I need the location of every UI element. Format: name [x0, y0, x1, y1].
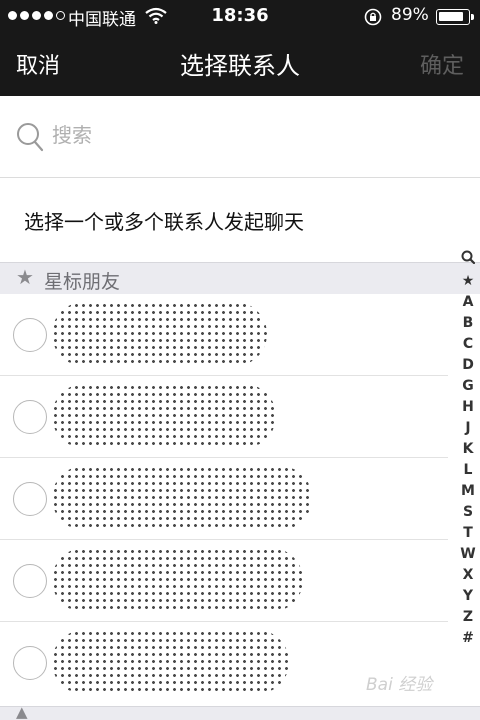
index-letter-a[interactable]: A [456, 292, 480, 313]
contact-row[interactable] [0, 540, 448, 622]
contact-row[interactable] [0, 294, 448, 376]
obscured-contact-name [52, 548, 303, 612]
confirm-button[interactable]: 确定 [420, 48, 464, 80]
next-section-icon: ▲ [16, 703, 28, 720]
index-letter-s[interactable]: S [456, 502, 480, 523]
search-input[interactable] [52, 120, 432, 150]
battery-fill [439, 12, 464, 21]
index-letter-hash[interactable]: # [456, 628, 480, 649]
index-star-icon[interactable]: ★ [456, 271, 480, 292]
star-icon: ★ [16, 265, 34, 289]
search-icon [16, 122, 44, 156]
index-letter-m[interactable]: M [456, 481, 480, 502]
obscured-contact-name [52, 384, 276, 448]
obscured-contact-name [52, 630, 289, 694]
index-letter-d[interactable]: D [456, 355, 480, 376]
index-letter-x[interactable]: X [456, 565, 480, 586]
index-letter-j[interactable]: J [456, 418, 480, 439]
select-radio-button[interactable] [13, 564, 47, 598]
select-radio-button[interactable] [13, 482, 47, 516]
index-letter-t[interactable]: T [456, 523, 480, 544]
battery-icon [436, 9, 474, 25]
contact-row[interactable] [0, 458, 448, 540]
alphabet-index[interactable]: ★ A B C D G H J K L M S T W X Y Z # [456, 250, 480, 649]
index-letter-g[interactable]: G [456, 376, 480, 397]
obscured-contact-name [52, 302, 267, 366]
section-label: 星标朋友 [44, 271, 121, 293]
index-search-icon[interactable] [456, 250, 480, 271]
index-letter-h[interactable]: H [456, 397, 480, 418]
page-title: 选择联系人 [180, 52, 300, 80]
next-section-header: ▲ [0, 703, 480, 720]
rotation-lock-icon [364, 8, 382, 30]
status-bar: 中国联通 18:36 89% [0, 0, 480, 32]
section-header-starred: ★ 星标朋友 [0, 262, 480, 294]
select-radio-button[interactable] [13, 400, 47, 434]
battery-percent: 89% [391, 5, 429, 25]
top-bar: 中国联通 18:36 89% 取消 选择联系人 确定 [0, 0, 480, 96]
index-letter-l[interactable]: L [456, 460, 480, 481]
watermark: Bai 经验 [366, 675, 433, 695]
index-letter-b[interactable]: B [456, 313, 480, 334]
select-radio-button[interactable] [13, 646, 47, 680]
index-letter-c[interactable]: C [456, 334, 480, 355]
obscured-contact-name [52, 466, 312, 530]
index-letter-w[interactable]: W [456, 544, 480, 565]
search-bar [0, 96, 480, 178]
index-letter-k[interactable]: K [456, 439, 480, 460]
contact-row[interactable] [0, 376, 448, 458]
select-radio-button[interactable] [13, 318, 47, 352]
instruction-text: 选择一个或多个联系人发起聊天 [24, 210, 304, 234]
contact-list [0, 294, 448, 704]
index-letter-z[interactable]: Z [456, 607, 480, 628]
index-letter-y[interactable]: Y [456, 586, 480, 607]
